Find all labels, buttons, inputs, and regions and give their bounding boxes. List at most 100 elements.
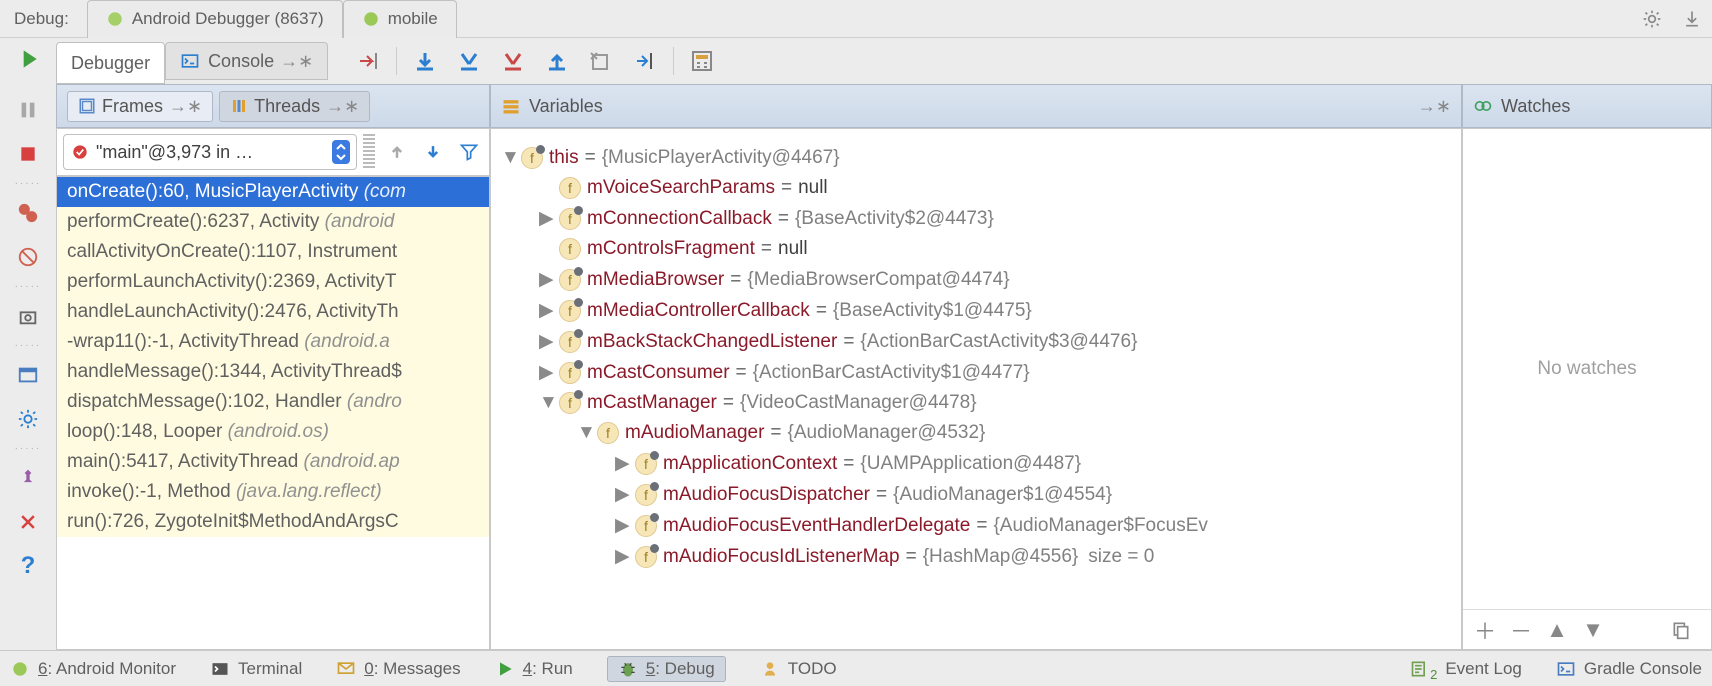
run-tab[interactable]: 4: Run [495,659,573,679]
frame-row[interactable]: onCreate():60, MusicPlayerActivity (com [57,177,489,207]
mute-breakpoints-button[interactable] [12,241,44,273]
copy-button[interactable] [1667,616,1695,644]
var-node[interactable]: ▶fmMediaBrowser = {MediaBrowserCompat@44… [491,264,1461,295]
add-watch-button[interactable]: ＋ [1471,616,1499,644]
step-into-button[interactable] [453,45,485,77]
run-to-cursor-button[interactable] [629,45,661,77]
frame-row[interactable]: -wrap11():-1, ActivityThread (android.a [57,327,489,357]
frame-row[interactable]: callActivityOnCreate():1107, Instrument [57,237,489,267]
next-frame-button[interactable] [419,138,447,166]
frames-list[interactable]: onCreate():60, MusicPlayerActivity (comp… [56,176,490,650]
android-icon [106,10,124,28]
divider: ····· [15,443,42,454]
label: Gradle Console [1584,659,1702,679]
divider [396,47,397,75]
bug-icon [618,659,638,679]
var-node[interactable]: ▶fmApplicationContext = {UAMPApplication… [491,448,1461,479]
var-node[interactable]: ▼fthis = {MusicPlayerActivity@4467} [491,143,1461,173]
tab-label: Debugger [71,53,150,74]
pause-button[interactable] [12,94,44,126]
prev-frame-button[interactable] [383,138,411,166]
download-icon[interactable] [1678,5,1706,33]
step-over-button[interactable] [409,45,441,77]
var-node[interactable]: ▶fmAudioFocusIdListenerMap = {HashMap@45… [491,541,1461,572]
tab-label: Android Debugger (8637) [132,9,324,29]
var-node[interactable]: ▶fmAudioFocusDispatcher = {AudioManager$… [491,479,1461,510]
var-node[interactable]: ▶fmConnectionCallback = {BaseActivity$2@… [491,203,1461,234]
debug-tab[interactable]: 5: Debug [607,656,726,682]
frame-row[interactable]: loop():148, Looper (android.os) [57,417,489,447]
var-node[interactable]: ▶fmMediaControllerCallback = {BaseActivi… [491,295,1461,326]
frame-row[interactable]: dispatchMessage():102, Handler (andro [57,387,489,417]
tab-label: Threads [254,96,320,117]
filter-button[interactable] [455,138,483,166]
pin-button[interactable] [12,462,44,494]
settings-gear-icon[interactable] [1638,5,1666,33]
tab-label: Frames [102,96,163,117]
evaluate-expr-button[interactable] [686,45,718,77]
get-thread-dump-button[interactable] [12,300,44,332]
console-icon [1556,659,1576,679]
frames-icon [78,97,96,115]
var-node[interactable]: ▶fmAudioFocusEventHandlerDelegate = {Aud… [491,510,1461,541]
move-up-button[interactable]: ▲ [1543,616,1571,644]
var-node[interactable]: fmControlsFragment = null [491,234,1461,264]
android-monitor-tab[interactable]: 6: Android Monitor [10,659,176,679]
drag-handle[interactable] [363,134,375,170]
thread-label: "main"@3,973 in … [96,142,332,163]
divider: ····· [15,281,42,292]
force-step-into-button[interactable] [497,45,529,77]
var-node[interactable]: ▼fmAudioManager = {AudioManager@4532} [491,418,1461,448]
restore-layout-button[interactable] [12,359,44,391]
frame-row[interactable]: handleLaunchActivity():2476, ActivityTh [57,297,489,327]
view-breakpoints-button[interactable] [12,197,44,229]
close-button[interactable] [12,506,44,538]
gradle-console-tab[interactable]: Gradle Console [1556,659,1702,679]
debug-session-tab-android[interactable]: Android Debugger (8637) [87,0,343,38]
frames-tab[interactable]: Frames →∗ [67,91,213,122]
frame-row[interactable]: performCreate():6237, Activity (android [57,207,489,237]
step-out-button[interactable] [541,45,573,77]
var-node[interactable]: ▶fmBackStackChangedListener = {ActionBar… [491,326,1461,357]
drop-frame-button[interactable] [585,45,617,77]
pin-icon[interactable]: →∗ [280,51,313,72]
var-node[interactable]: ▼fmCastManager = {VideoCastManager@4478} [491,388,1461,418]
watches-empty: No watches [1537,358,1636,380]
android-icon [10,659,30,679]
remove-watch-button[interactable]: － [1507,616,1535,644]
console-icon [180,51,200,71]
frame-row[interactable]: invoke():-1, Method (java.lang.reflect) [57,477,489,507]
var-node[interactable]: ▶fmCastConsumer = {ActionBarCastActivity… [491,357,1461,388]
android-head-icon [362,10,380,28]
messages-tab[interactable]: 0: Messages [336,659,460,679]
console-tab[interactable]: Console →∗ [165,42,328,80]
todo-tab[interactable]: TODO [760,659,837,679]
play-icon [495,659,515,679]
show-exec-point-button[interactable] [352,45,384,77]
settings-button[interactable] [12,403,44,435]
variables-tree[interactable]: ▼fthis = {MusicPlayerActivity@4467} fmVo… [490,128,1462,650]
debugger-tab[interactable]: Debugger [56,42,165,84]
var-node[interactable]: fmVoiceSearchParams = null [491,173,1461,203]
event-log-tab[interactable]: 2 Event Log [1410,659,1522,679]
terminal-icon [210,659,230,679]
frame-row[interactable]: performLaunchActivity():2369, ActivityT [57,267,489,297]
pane-title: Variables [529,96,603,117]
frame-row[interactable]: main():5417, ActivityThread (android.ap [57,447,489,477]
frame-row[interactable]: run():726, ZygoteInit$MethodAndArgsC [57,507,489,537]
divider: ····· [15,178,42,189]
thread-select[interactable]: "main"@3,973 in … [63,134,357,170]
stop-button[interactable] [12,138,44,170]
label: TODO [788,659,837,679]
terminal-tab[interactable]: Terminal [210,659,302,679]
pin-icon[interactable]: →∗ [1418,96,1451,117]
stepper-icon[interactable] [332,138,350,166]
frame-row[interactable]: handleMessage():1344, ActivityThread$ [57,357,489,387]
debug-session-tab-mobile[interactable]: mobile [343,0,457,38]
rerun-button[interactable] [15,46,41,77]
label: Terminal [238,659,302,679]
help-button[interactable]: ? [12,550,44,582]
watches-pane: No watches ＋ － ▲ ▼ [1462,128,1712,650]
move-down-button[interactable]: ▼ [1579,616,1607,644]
threads-tab[interactable]: Threads →∗ [219,91,370,122]
